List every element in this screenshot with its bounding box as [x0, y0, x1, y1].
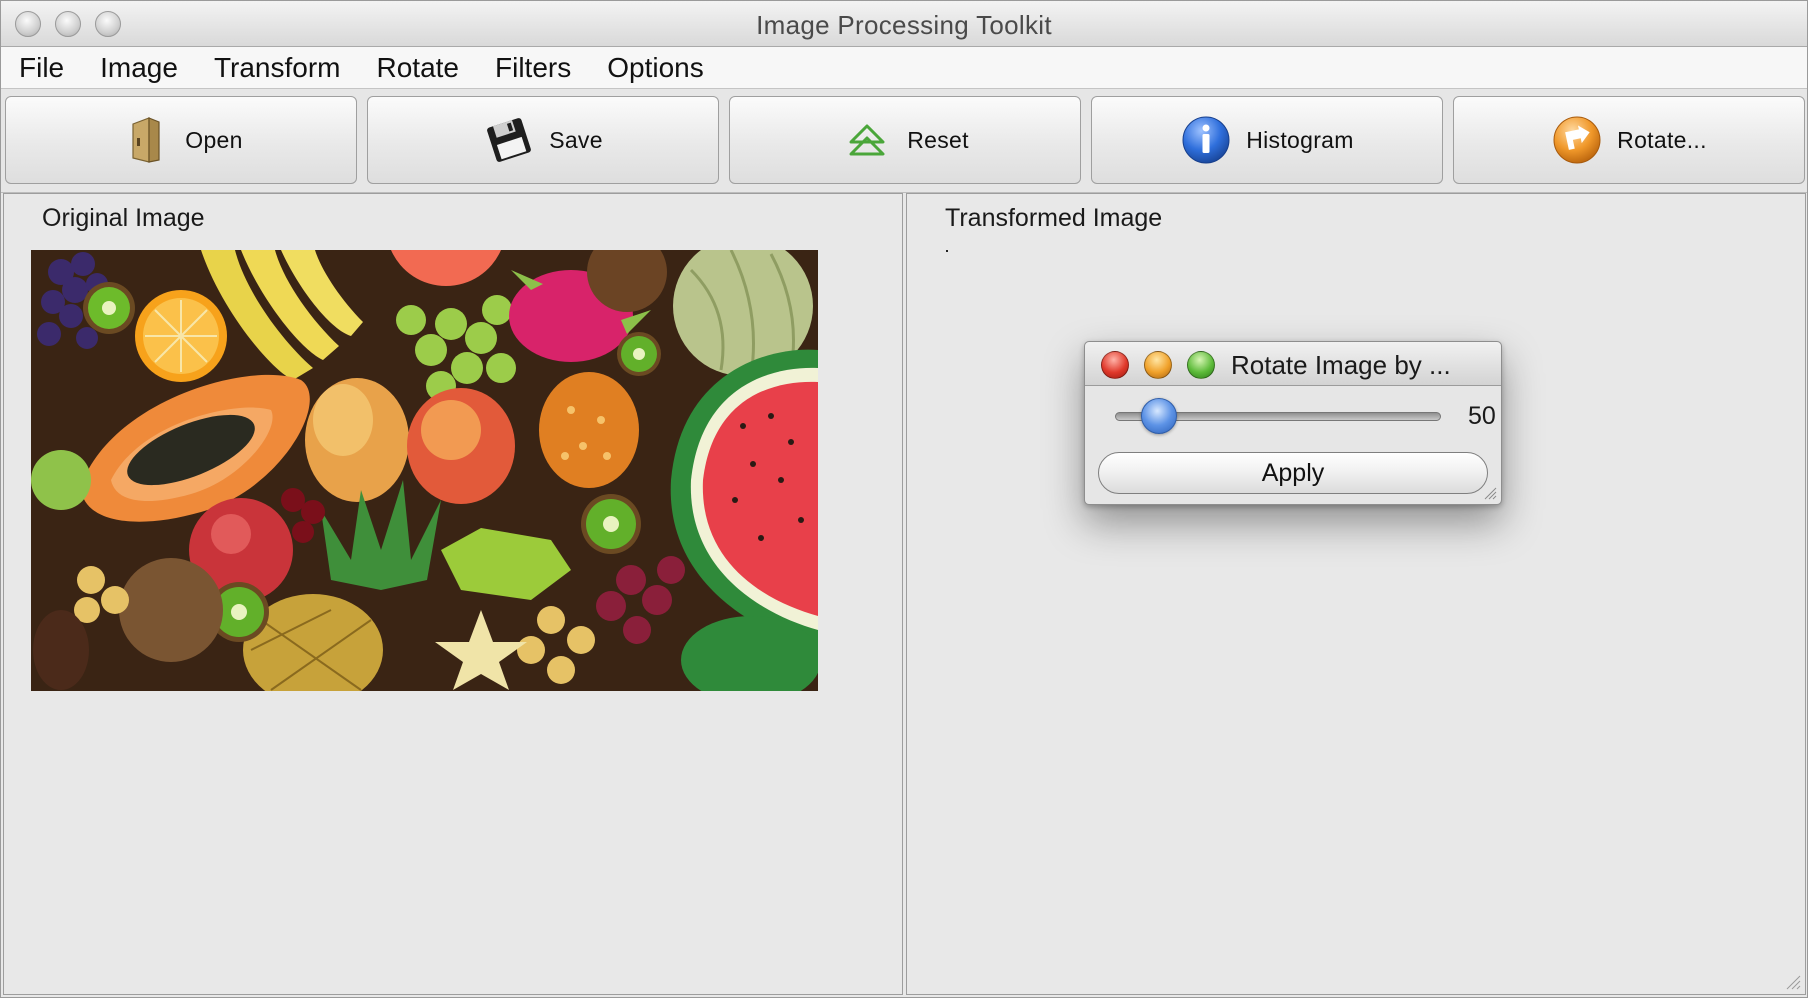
original-image-panel: Original Image: [3, 193, 903, 995]
menu-bar: File Image Transform Rotate Filters Opti…: [1, 47, 1807, 89]
open-button[interactable]: Open: [5, 96, 357, 184]
original-image: [31, 250, 818, 691]
main-window: Image Processing Toolkit File Image Tran…: [0, 0, 1808, 998]
original-image-title: Original Image: [42, 204, 205, 232]
apply-button[interactable]: Apply: [1098, 452, 1488, 494]
menu-transform[interactable]: Transform: [214, 52, 341, 84]
dialog-title: Rotate Image by ...: [1231, 350, 1451, 380]
dialog-title-bar[interactable]: Rotate Image by ...: [1085, 342, 1501, 386]
menu-filters[interactable]: Filters: [495, 52, 571, 84]
save-button[interactable]: Save: [367, 96, 719, 184]
histogram-label: Histogram: [1246, 126, 1354, 153]
resize-grip-icon[interactable]: [1785, 974, 1801, 990]
info-icon: [1182, 116, 1230, 164]
save-label: Save: [549, 126, 603, 153]
rotate-dialog: Rotate Image by ... 50 Apply: [1084, 341, 1502, 505]
reset-button[interactable]: Reset: [729, 96, 1081, 184]
dialog-resize-grip-icon[interactable]: [1483, 486, 1497, 500]
toolbar: Open Save Reset Histogram Rotate...: [1, 89, 1807, 193]
dialog-zoom-icon[interactable]: [1187, 351, 1215, 379]
transformed-image-panel: Transformed Image: [906, 193, 1806, 995]
reset-label: Reset: [907, 126, 969, 153]
title-bar[interactable]: Image Processing Toolkit: [1, 1, 1807, 47]
menu-rotate[interactable]: Rotate: [377, 52, 460, 84]
menu-options[interactable]: Options: [607, 52, 704, 84]
dialog-close-icon[interactable]: [1101, 351, 1129, 379]
rotation-slider-thumb[interactable]: [1141, 398, 1177, 434]
dialog-minimize-icon[interactable]: [1144, 351, 1172, 379]
histogram-button[interactable]: Histogram: [1091, 96, 1443, 184]
folder-icon: [132, 117, 160, 163]
dialog-window-controls: [1101, 351, 1215, 379]
rotate-button[interactable]: Rotate...: [1453, 96, 1805, 184]
menu-file[interactable]: File: [19, 52, 64, 84]
menu-image[interactable]: Image: [100, 52, 178, 84]
transformed-image: [946, 250, 948, 252]
rotation-value: 50: [1468, 402, 1496, 430]
reset-triangle-icon: [849, 124, 885, 156]
open-label: Open: [185, 126, 243, 153]
floppy-disk-icon: [487, 118, 532, 162]
transformed-image-title: Transformed Image: [945, 204, 1163, 232]
rotate-label: Rotate...: [1617, 126, 1707, 153]
window-title: Image Processing Toolkit: [756, 10, 1052, 40]
rotate-arrow-icon: [1553, 116, 1601, 164]
